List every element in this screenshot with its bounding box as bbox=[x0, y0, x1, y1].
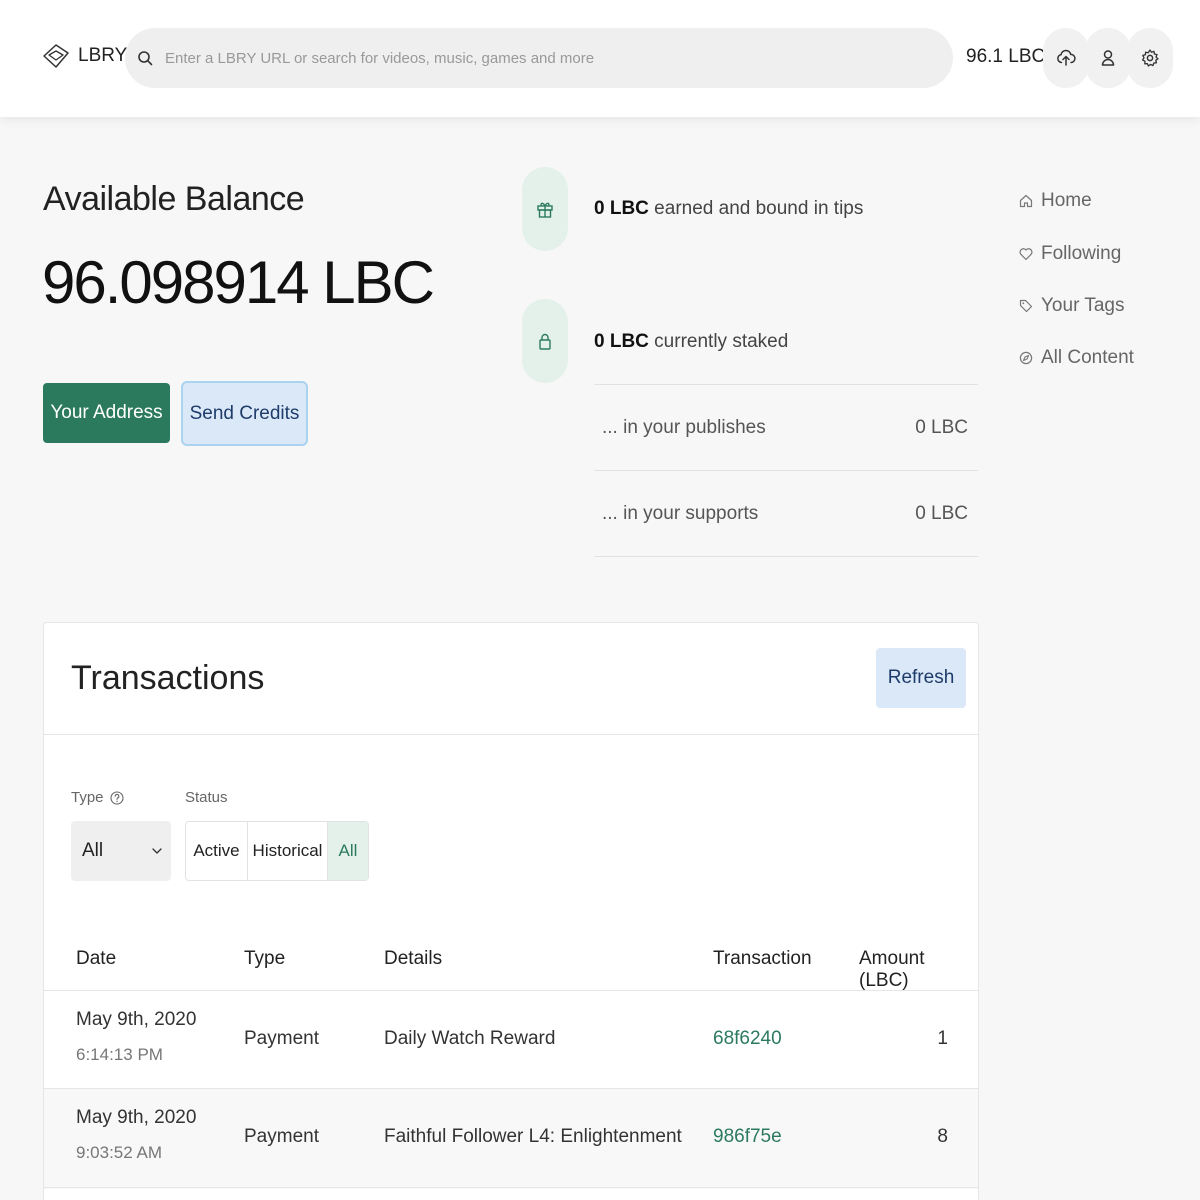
available-balance-title: Available Balance bbox=[43, 180, 305, 218]
transactions-title: Transactions bbox=[71, 659, 265, 697]
search-input[interactable] bbox=[165, 49, 925, 67]
your-address-button[interactable]: Your Address bbox=[43, 383, 170, 443]
row-amount: 1 bbox=[937, 1028, 948, 1049]
column-header-transaction: Transaction bbox=[713, 948, 812, 969]
row-type: Payment bbox=[244, 1126, 319, 1147]
column-header-date: Date bbox=[76, 948, 117, 969]
app-header: LBRY 96.1 LBC bbox=[0, 0, 1200, 117]
publish-icon bbox=[1057, 49, 1076, 66]
status-label: Status bbox=[185, 789, 228, 806]
stats-divider bbox=[594, 556, 978, 557]
status-historical-button[interactable]: Historical bbox=[248, 822, 328, 880]
staked-amount: 0 LBC bbox=[594, 331, 649, 352]
supports-row: ... in your supports 0 LBC bbox=[594, 470, 978, 556]
tag-icon bbox=[1019, 299, 1033, 313]
staked-icon-badge bbox=[522, 299, 568, 383]
account-button[interactable] bbox=[1085, 28, 1131, 88]
type-filter-label: Type bbox=[71, 789, 124, 806]
row-details: Faithful Follower L4: Enlightenment bbox=[384, 1126, 682, 1147]
column-header-amount: Amount (LBC) bbox=[859, 948, 925, 991]
settings-button[interactable] bbox=[1127, 28, 1173, 88]
type-select-value: All bbox=[82, 840, 104, 861]
status-toggle-group: Active Historical All bbox=[185, 821, 369, 881]
lbry-logo-icon bbox=[43, 44, 69, 68]
column-header-details: Details bbox=[384, 948, 443, 969]
row-type: Payment bbox=[244, 1028, 319, 1049]
tips-stat: 0 LBC earned and bound in tips bbox=[594, 198, 863, 220]
send-credits-button[interactable]: Send Credits bbox=[181, 381, 308, 446]
help-icon[interactable] bbox=[109, 790, 124, 805]
status-filter-label: Status bbox=[185, 789, 228, 806]
row-transaction-link[interactable]: 986f75e bbox=[713, 1126, 782, 1148]
header-balance[interactable]: 96.1 LBC bbox=[966, 46, 1045, 68]
nav-label-following: Following bbox=[1041, 243, 1122, 264]
nav-item-home[interactable]: Home bbox=[1019, 190, 1092, 212]
compass-icon bbox=[1019, 351, 1033, 365]
available-balance-amount: 96.098914 LBC bbox=[42, 249, 435, 316]
settings-icon bbox=[1141, 49, 1159, 67]
search-icon bbox=[138, 51, 153, 66]
nav-label-all-content: All Content bbox=[1041, 347, 1134, 368]
header-divider bbox=[44, 990, 978, 991]
status-active-button[interactable]: Active bbox=[186, 822, 248, 880]
staked-text: currently staked bbox=[648, 331, 789, 352]
tips-icon-badge bbox=[522, 167, 568, 251]
supports-value: 0 LBC bbox=[915, 502, 968, 524]
publishes-label: ... in your publishes bbox=[602, 416, 766, 438]
nav-item-your-tags[interactable]: Your Tags bbox=[1019, 295, 1124, 317]
row-time: 6:14:13 PM bbox=[76, 1045, 163, 1064]
row-time: 9:03:52 AM bbox=[76, 1143, 163, 1162]
heart-icon bbox=[1019, 248, 1033, 261]
publishes-value: 0 LBC bbox=[915, 416, 968, 438]
nav-label-your-tags: Your Tags bbox=[1041, 295, 1125, 316]
transactions-card: Transactions Refresh Type Status All Act… bbox=[43, 622, 979, 1200]
publishes-row: ... in your publishes 0 LBC bbox=[594, 384, 978, 470]
tips-text: earned and bound in tips bbox=[648, 198, 864, 219]
publish-button[interactable] bbox=[1043, 28, 1089, 88]
row-date: May 9th, 2020 bbox=[76, 1009, 197, 1030]
nav-item-all-content[interactable]: All Content bbox=[1019, 347, 1134, 369]
staked-stat: 0 LBC currently staked bbox=[594, 331, 788, 353]
chevron-down-icon bbox=[152, 848, 162, 854]
search-bar[interactable] bbox=[125, 28, 953, 88]
nav-label-home: Home bbox=[1041, 190, 1092, 211]
home-icon bbox=[1019, 194, 1033, 208]
tips-amount: 0 LBC bbox=[594, 198, 649, 219]
table-row: May 9th, 2020 9:03:52 AM Payment Faithfu… bbox=[44, 1089, 978, 1189]
status-all-button[interactable]: All bbox=[328, 822, 368, 880]
row-amount: 8 bbox=[937, 1126, 948, 1147]
card-divider bbox=[44, 734, 978, 735]
logo[interactable]: LBRY bbox=[42, 42, 127, 70]
account-icon bbox=[1101, 50, 1115, 66]
column-header-type: Type bbox=[244, 948, 286, 969]
nav-item-following[interactable]: Following bbox=[1019, 243, 1121, 265]
row-divider bbox=[44, 1187, 978, 1188]
logo-text: LBRY bbox=[78, 45, 128, 66]
lock-icon bbox=[539, 333, 551, 350]
type-label: Type bbox=[71, 789, 104, 806]
type-select[interactable]: All bbox=[71, 821, 171, 881]
supports-label: ... in your supports bbox=[602, 502, 759, 524]
row-transaction-link[interactable]: 68f6240 bbox=[713, 1028, 782, 1050]
gift-icon bbox=[537, 202, 553, 218]
row-details: Daily Watch Reward bbox=[384, 1028, 556, 1049]
row-date: May 9th, 2020 bbox=[76, 1107, 197, 1128]
refresh-button[interactable]: Refresh bbox=[876, 648, 966, 708]
